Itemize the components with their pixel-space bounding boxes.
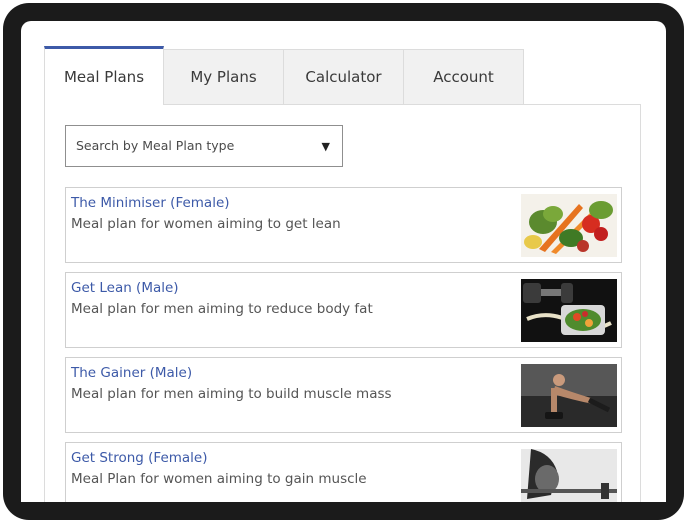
meal-plan-description: Meal Plan for women aiming to gain muscl…: [71, 471, 367, 487]
meal-plan-type-select[interactable]: Search by Meal Plan type ▼: [65, 125, 343, 167]
meal-plan-title[interactable]: Get Lean (Male): [71, 280, 179, 296]
device-frame: Meal Plans My Plans Calculator Account S…: [3, 3, 684, 520]
meal-plan-title[interactable]: The Minimiser (Female): [71, 195, 230, 211]
tab-my-plans[interactable]: My Plans: [163, 49, 284, 104]
meal-plan-card[interactable]: Get Lean (Male) Meal plan for men aiming…: [65, 272, 622, 348]
app-screen: Meal Plans My Plans Calculator Account S…: [21, 21, 666, 502]
meal-plan-card[interactable]: Get Strong (Female) Meal Plan for women …: [65, 442, 622, 502]
tab-account[interactable]: Account: [403, 49, 524, 104]
vegetables-photo: [521, 194, 617, 257]
dumbbells-salad-photo: [521, 279, 617, 342]
meal-plan-description: Meal plan for men aiming to build muscle…: [71, 386, 392, 402]
meal-plans-panel: Search by Meal Plan type ▼ The Minimiser…: [44, 104, 641, 502]
workout-pushup-photo: [521, 364, 617, 427]
barbell-lift-photo: [521, 449, 617, 502]
meal-plan-card[interactable]: The Minimiser (Female) Meal plan for wom…: [65, 187, 622, 263]
tab-calculator[interactable]: Calculator: [283, 49, 404, 104]
meal-plan-title[interactable]: Get Strong (Female): [71, 450, 208, 466]
meal-plan-description: Meal plan for men aiming to reduce body …: [71, 301, 373, 317]
meal-plan-description: Meal plan for women aiming to get lean: [71, 216, 341, 232]
select-label: Search by Meal Plan type: [76, 138, 235, 153]
meal-plan-title[interactable]: The Gainer (Male): [71, 365, 192, 381]
meal-plan-card[interactable]: The Gainer (Male) Meal plan for men aimi…: [65, 357, 622, 433]
tab-meal-plans[interactable]: Meal Plans: [44, 46, 164, 105]
chevron-down-icon: ▼: [321, 140, 330, 153]
